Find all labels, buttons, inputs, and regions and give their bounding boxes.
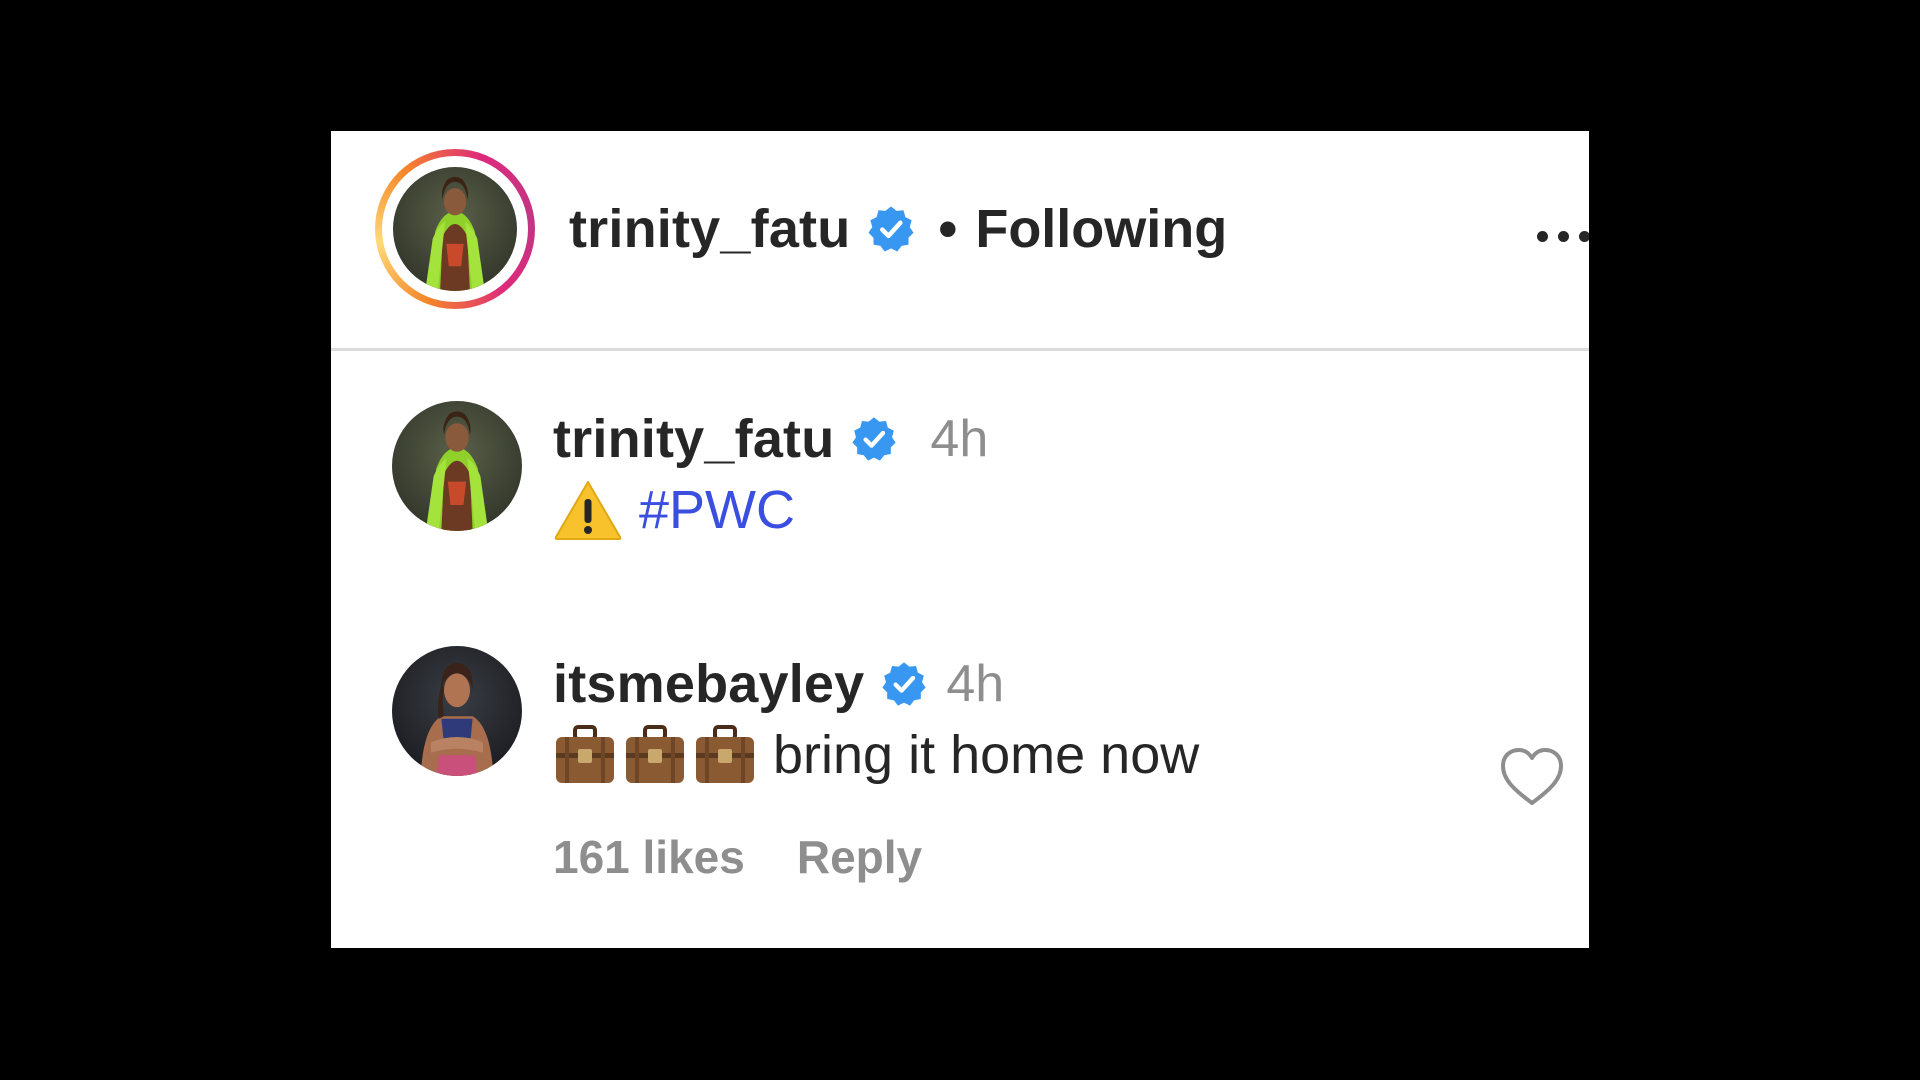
comment-text: bring it home now <box>553 720 1199 790</box>
verified-badge-icon <box>866 204 916 254</box>
verified-badge-icon <box>850 415 898 463</box>
caption-comment: trinity_fatu 4h #PWC <box>331 401 1589 571</box>
comment-username[interactable]: itsmebayley <box>553 653 864 715</box>
comment-text: #PWC <box>553 475 988 545</box>
separator-dot: • <box>938 199 958 259</box>
comment-avatar-bayley[interactable] <box>392 646 522 776</box>
comment-username[interactable]: trinity_fatu <box>553 408 834 470</box>
comment-actions: 161 likes Reply <box>553 830 922 884</box>
story-ring[interactable] <box>375 149 535 309</box>
briefcase-icon <box>553 723 617 787</box>
briefcase-icon <box>693 723 757 787</box>
verified-badge-icon <box>880 660 928 708</box>
comment-avatar-trinity[interactable] <box>392 401 522 531</box>
post-header: trinity_fatu • Following <box>331 131 1589 351</box>
reply-button[interactable]: Reply <box>797 830 922 884</box>
header-username[interactable]: trinity_fatu <box>569 198 850 260</box>
likes-count[interactable]: 161 likes <box>553 830 745 884</box>
comment-item: itsmebayley 4h bring it home now 161 lik… <box>331 646 1589 926</box>
comment-timestamp: 4h <box>930 410 989 468</box>
comment-timestamp: 4h <box>946 655 1005 713</box>
header-avatar[interactable] <box>393 167 517 291</box>
following-button[interactable]: Following <box>975 198 1227 260</box>
warning-icon <box>553 479 623 541</box>
header-user-row: trinity_fatu • Following <box>569 197 1227 261</box>
heart-outline-icon[interactable] <box>1499 746 1565 808</box>
hashtag-link[interactable]: #PWC <box>639 479 795 541</box>
more-options-icon[interactable] <box>1537 221 1589 251</box>
comment-message: bring it home now <box>773 725 1200 785</box>
briefcase-icon <box>623 723 687 787</box>
comment-panel: trinity_fatu • Following trinity_fatu 4h… <box>331 131 1589 948</box>
